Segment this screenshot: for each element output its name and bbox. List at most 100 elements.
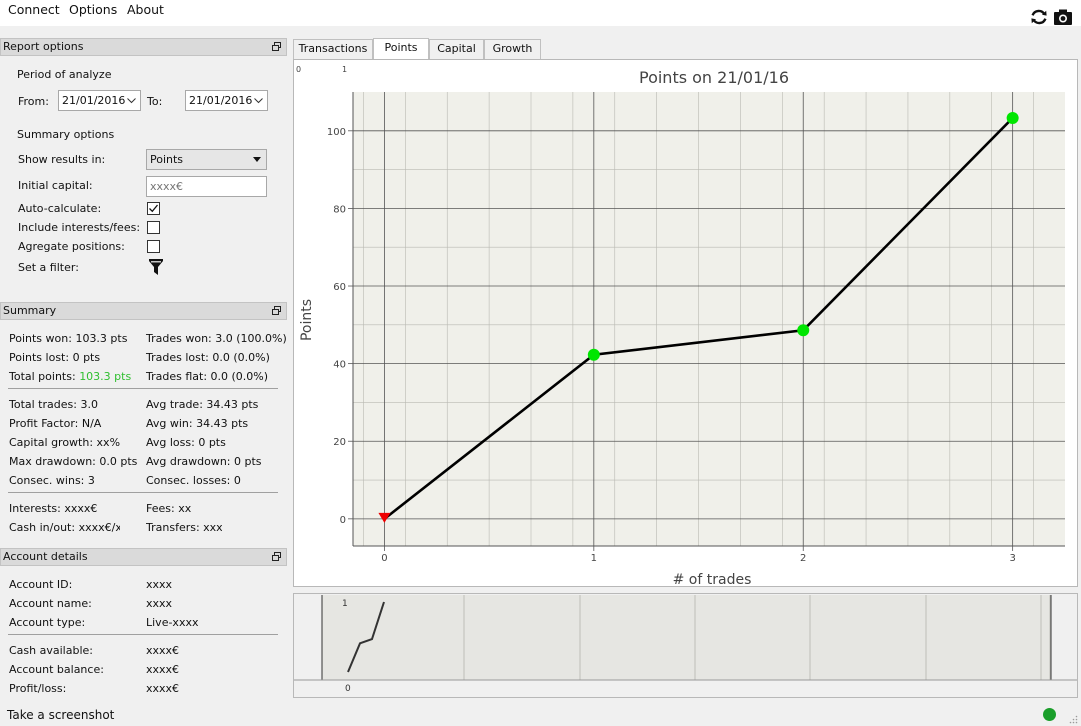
y-tick-label: 60 bbox=[333, 282, 346, 293]
camera-icon[interactable] bbox=[1053, 7, 1073, 27]
account-id-label: Account ID: bbox=[9, 578, 73, 591]
transfers: Transfers: xxxx bbox=[146, 521, 222, 534]
chart-title: Points on 21/01/16 bbox=[639, 68, 789, 87]
navigator-frame: 10 bbox=[293, 593, 1078, 698]
trades-flat: Trades flat: 0.0 (0.0%) bbox=[146, 370, 269, 383]
filter-icon[interactable] bbox=[149, 259, 163, 276]
account-type-value: Live-xxxx bbox=[146, 616, 199, 629]
navigator-chart[interactable]: 10 bbox=[294, 594, 1077, 697]
left-panel: Report options Period of analyze From: 2… bbox=[0, 38, 288, 702]
y-tick-label: 80 bbox=[333, 204, 346, 215]
divider bbox=[8, 388, 278, 389]
data-point bbox=[587, 348, 600, 361]
tab-capital-label: Capital bbox=[437, 42, 476, 55]
capital-growth: Capital growth: xx% bbox=[9, 436, 121, 449]
interests-label: Include interests/fees: bbox=[18, 221, 141, 234]
menu-about[interactable]: About bbox=[127, 2, 164, 17]
summary-header: Summary bbox=[0, 302, 287, 320]
show-results-select[interactable]: Points bbox=[146, 149, 267, 170]
profit-loss-value: xxxx€ bbox=[146, 682, 180, 695]
divider bbox=[8, 492, 278, 493]
tab-capital[interactable]: Capital bbox=[429, 39, 484, 59]
auto-calc-checkbox[interactable] bbox=[147, 202, 160, 215]
interests: Interests: xxxx€ bbox=[9, 502, 98, 515]
points-chart-frame: 0 1 2 3 0 20 40 60 80 100 Points on 21/01/16 # of t… bbox=[293, 59, 1078, 588]
y-tick-label: 40 bbox=[333, 360, 346, 371]
y-tick-label: 0 bbox=[340, 515, 346, 526]
data-point bbox=[1006, 111, 1019, 124]
tab-points[interactable]: Points bbox=[373, 38, 429, 59]
from-date-input[interactable]: 21/01/2016 bbox=[58, 90, 141, 111]
from-date-value: 21/01/2016 bbox=[62, 94, 126, 107]
tab-growth-label: Growth bbox=[492, 42, 533, 55]
menu-connect[interactable]: Connect bbox=[8, 2, 60, 17]
consec-wins: Consec. wins: 3 bbox=[9, 474, 95, 487]
fees: Fees: xx bbox=[146, 502, 192, 515]
undock-icon[interactable] bbox=[272, 552, 281, 561]
aggregate-checkbox[interactable] bbox=[147, 240, 160, 253]
total-points-label: Total points: bbox=[9, 370, 76, 383]
undock-icon[interactable] bbox=[272, 42, 281, 51]
tab-transactions-label: Transactions bbox=[298, 42, 368, 55]
account-name-label: Account name: bbox=[9, 597, 92, 610]
tab-growth[interactable]: Growth bbox=[484, 39, 541, 59]
y-tick-label: 100 bbox=[327, 127, 346, 138]
aggregate-label: Agregate positions: bbox=[18, 240, 125, 253]
undock-icon[interactable] bbox=[272, 306, 281, 315]
period-title: Period of analyze bbox=[17, 68, 112, 81]
consec-losses: Consec. losses: 0 bbox=[146, 474, 241, 487]
x-tick-label: 2 bbox=[800, 553, 806, 564]
interests-checkbox[interactable] bbox=[147, 221, 160, 234]
avg-trade: Avg trade: 34.43 pts bbox=[146, 398, 259, 411]
x-tick-label: 1 bbox=[591, 553, 597, 564]
resize-grip-icon[interactable] bbox=[1069, 715, 1078, 724]
refresh-icon[interactable] bbox=[1029, 7, 1049, 27]
navigator-y-label: 1 bbox=[342, 599, 348, 609]
max-drawdown: Max drawdown: 0.0 pts bbox=[9, 455, 138, 468]
initial-capital-input[interactable] bbox=[146, 176, 267, 197]
status-bar: Take a screenshot bbox=[0, 702, 1081, 726]
account-name-value: xxxx bbox=[146, 597, 173, 610]
to-label: To: bbox=[147, 95, 163, 108]
summary-options-title: Summary options bbox=[17, 128, 115, 141]
points-chart[interactable]: 0 1 2 3 0 20 40 60 80 100 Points on 21/01/16 # of t… bbox=[294, 60, 1077, 588]
to-date-value: 21/01/2016 bbox=[189, 94, 253, 107]
account-balance-label: Account balance: bbox=[9, 663, 104, 676]
auto-calc-label: Auto-calculate: bbox=[18, 202, 102, 215]
total-trades: Total trades: 3.0 bbox=[9, 398, 98, 411]
points-lost: Points lost: 0 pts bbox=[9, 351, 101, 364]
y-axis-label: Points bbox=[299, 299, 315, 341]
navigator-plot-area bbox=[322, 595, 1050, 680]
cash-available-value: xxxx€ bbox=[146, 644, 180, 657]
corner-label: 0 bbox=[296, 65, 301, 74]
initial-capital-label: Initial capital: bbox=[18, 179, 93, 192]
report-options-title: Report options bbox=[3, 40, 84, 53]
navigator-x-label: 0 bbox=[345, 684, 351, 694]
x-tick-label: 3 bbox=[1009, 553, 1015, 564]
menu-options[interactable]: Options bbox=[69, 2, 117, 17]
total-points-value: 103.3 pts bbox=[79, 370, 132, 383]
chevron-down-icon bbox=[254, 98, 263, 104]
total-points: Total points: 103.3 pts bbox=[9, 370, 131, 383]
plot-area bbox=[353, 92, 1065, 546]
profit-factor: Profit Factor: N/A bbox=[9, 417, 102, 430]
report-options-header: Report options bbox=[0, 38, 287, 56]
profit-loss-label: Profit/loss: bbox=[9, 682, 67, 695]
checkmark-icon bbox=[149, 204, 159, 213]
chevron-down-icon bbox=[127, 98, 136, 104]
y-tick-label: 20 bbox=[333, 437, 346, 448]
tab-points-label: Points bbox=[384, 41, 418, 54]
trades-lost: Trades lost: 0.0 (0.0%) bbox=[146, 351, 270, 364]
trades-won: Trades won: 3.0 (100.0%) bbox=[146, 332, 287, 345]
dropdown-arrow-icon bbox=[253, 157, 261, 162]
account-details-header: Account details bbox=[0, 548, 287, 566]
tab-transactions[interactable]: Transactions bbox=[293, 39, 373, 59]
to-date-input[interactable]: 21/01/2016 bbox=[185, 90, 268, 111]
avg-loss: Avg loss: 0 pts bbox=[146, 436, 226, 449]
account-id-value: xxxx bbox=[146, 578, 173, 591]
divider bbox=[8, 634, 278, 635]
account-balance-value: xxxx€ bbox=[146, 663, 180, 676]
avg-drawdown: Avg drawdown: 0 pts bbox=[146, 455, 262, 468]
from-label: From: bbox=[18, 95, 49, 108]
avg-win: Avg win: 34.43 pts bbox=[146, 417, 249, 430]
